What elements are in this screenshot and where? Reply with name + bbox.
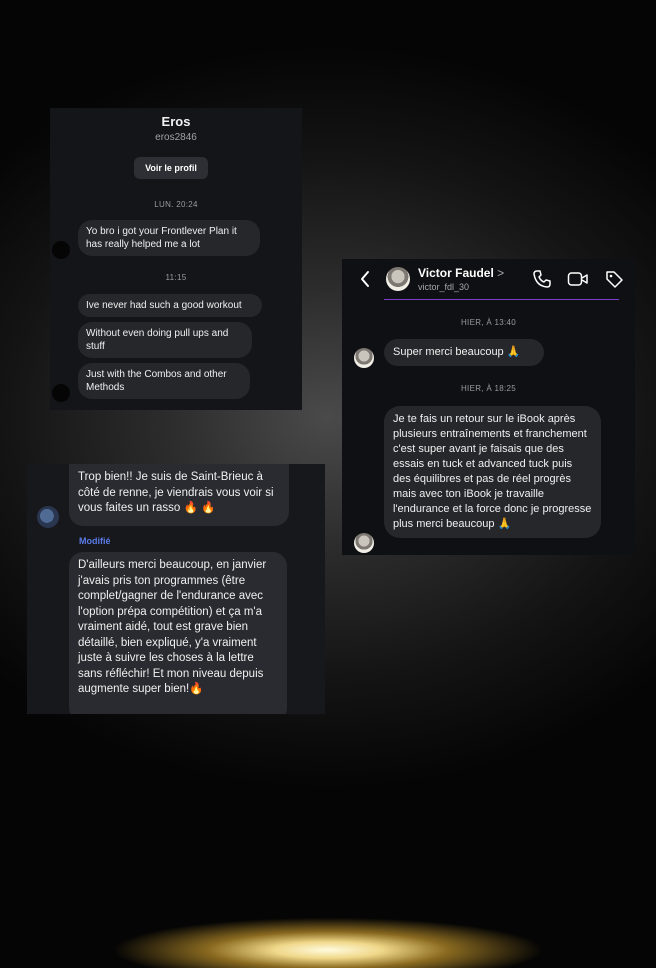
- contact-handle: victor_fdl_30: [418, 282, 470, 292]
- message-bubble: Je te fais un retour sur le iBook après …: [384, 406, 601, 538]
- bottom-light-glow: [30, 878, 626, 968]
- edited-label: Modifié: [79, 536, 111, 546]
- chat-screenshot-victor: Victor Faudel > victor_fdl_30 HIER, À 13…: [342, 259, 635, 555]
- avatar: [52, 241, 70, 259]
- phone-icon[interactable]: [532, 269, 552, 289]
- avatar: [37, 506, 59, 528]
- chat-screenshot-eros: Eros eros2846 Voir le profil LUN. 20:24 …: [50, 108, 302, 410]
- message-bubble: Ive never had such a good workout: [78, 294, 262, 317]
- header-divider: [384, 299, 619, 300]
- tag-icon[interactable]: [604, 269, 624, 289]
- timestamp: LUN. 20:24: [154, 200, 198, 209]
- message-bubble: Super merci beaucoup 🙏: [384, 339, 544, 366]
- avatar: [52, 384, 70, 402]
- message-bubble: Just with the Combos and other Methods: [78, 363, 250, 399]
- contact-name: Eros: [161, 114, 191, 129]
- timestamp: HIER, À 13:40: [460, 318, 517, 327]
- message-bubble: Without even doing pull ups and stuff: [78, 322, 252, 358]
- chat-screenshot-saint-brieuc: Trop bien!! Je suis de Saint-Brieuc à cô…: [27, 464, 325, 714]
- avatar: [354, 348, 374, 368]
- video-camera-icon[interactable]: [567, 269, 588, 289]
- message-bubble: Trop bien!! Je suis de Saint-Brieuc à cô…: [69, 464, 289, 526]
- back-arrow-icon[interactable]: [359, 270, 371, 293]
- contact-name[interactable]: Victor Faudel >: [418, 266, 504, 280]
- contact-handle: eros2846: [155, 132, 197, 143]
- chevron-right-icon: >: [497, 266, 505, 280]
- avatar[interactable]: [386, 267, 410, 291]
- timestamp: 11:15: [165, 273, 187, 282]
- chat-header: Victor Faudel > victor_fdl_30: [342, 259, 635, 301]
- view-profile-button[interactable]: Voir le profil: [134, 157, 208, 179]
- message-bubble: D'ailleurs merci beaucoup, en janvier j'…: [69, 552, 287, 714]
- timestamp: HIER, À 18:25: [460, 384, 517, 393]
- message-bubble: Yo bro i got your Frontlever Plan it has…: [78, 220, 260, 256]
- avatar: [354, 533, 374, 553]
